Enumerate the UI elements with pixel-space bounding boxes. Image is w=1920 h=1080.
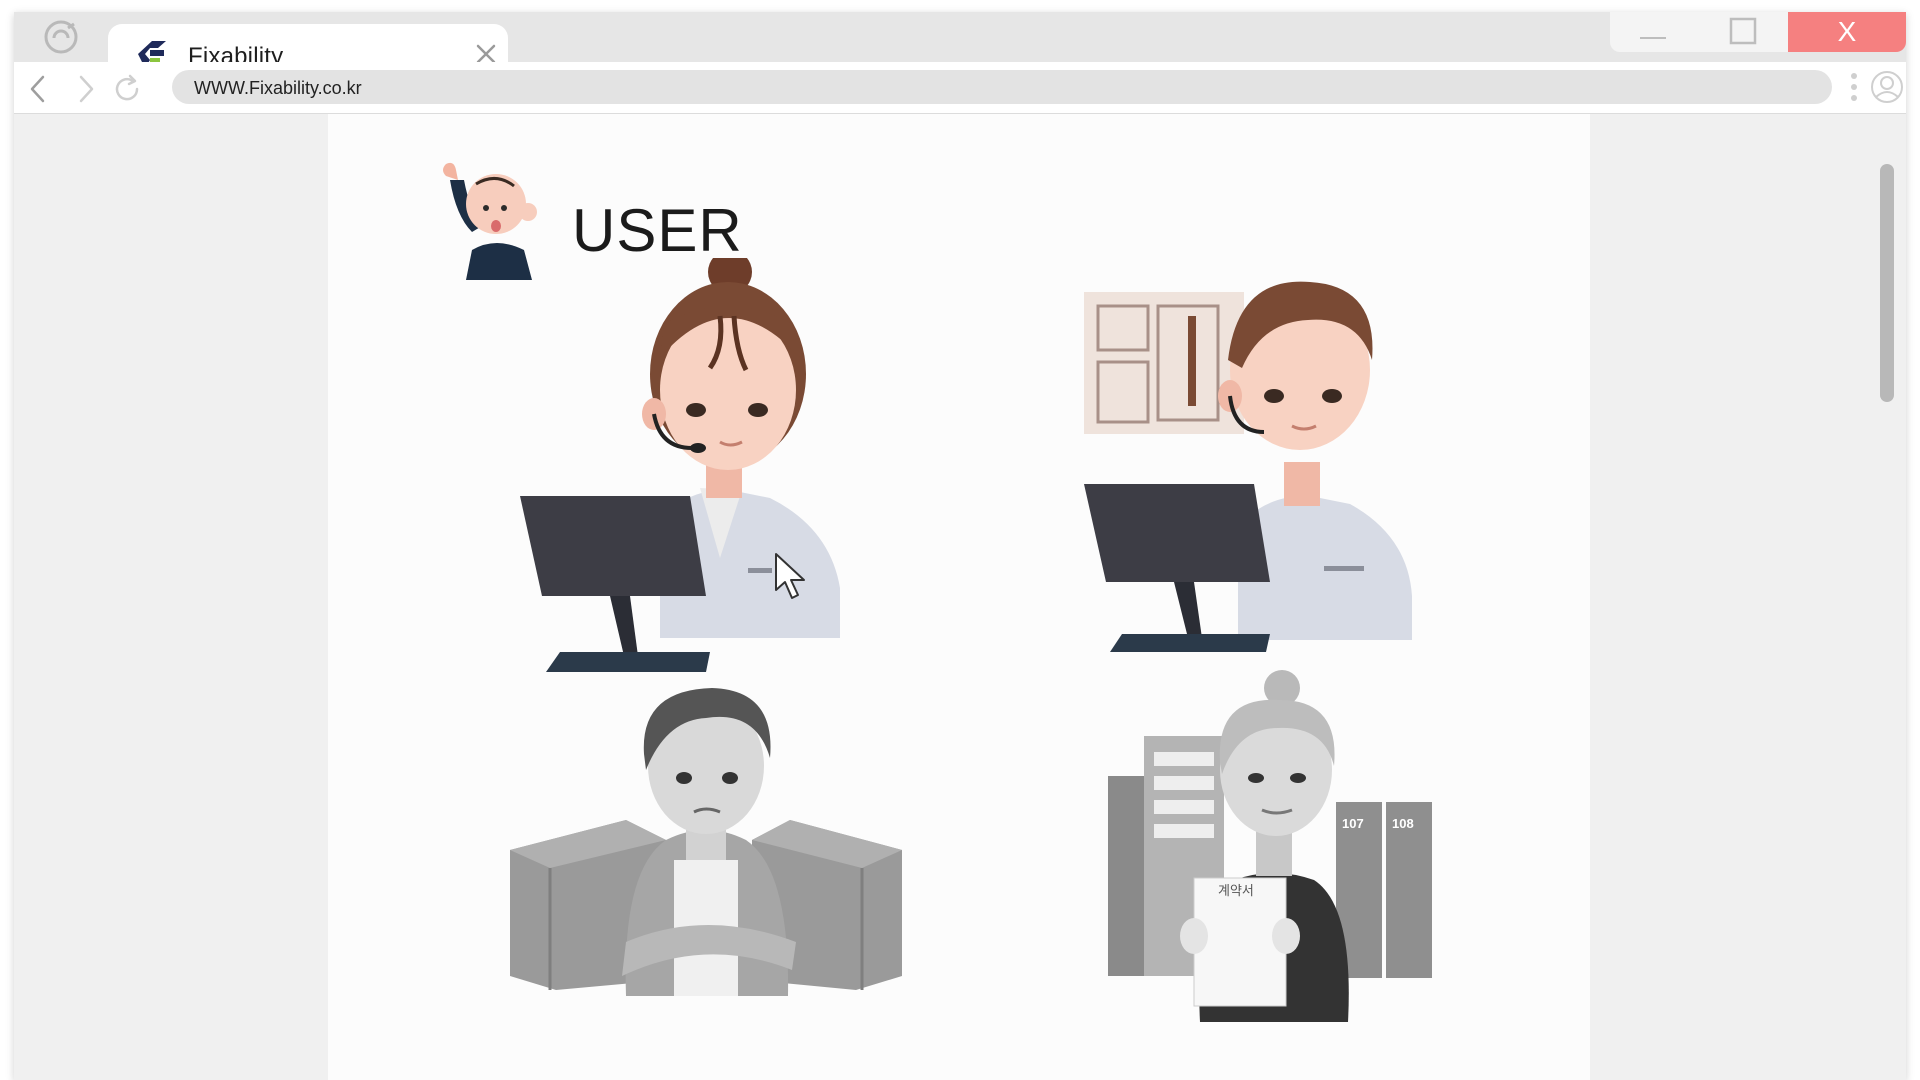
- locker-number-107: 107: [1342, 816, 1364, 831]
- window-controls: X: [1610, 12, 1906, 52]
- profile-icon[interactable]: [1870, 70, 1904, 104]
- menu-dots-icon[interactable]: [1848, 71, 1860, 105]
- maximize-button[interactable]: [1698, 12, 1788, 52]
- page-viewport: [14, 114, 1906, 1080]
- back-icon[interactable]: [24, 74, 54, 104]
- contract-label: 계약서: [1218, 883, 1254, 898]
- minimize-icon: [1640, 37, 1666, 39]
- scrollbar-thumb[interactable]: [1880, 164, 1894, 402]
- reload-icon[interactable]: [112, 74, 142, 104]
- tab-bar: Fixability X: [14, 12, 1906, 74]
- support-agent-woman-illustration: [520, 258, 840, 674]
- close-window-button[interactable]: X: [1788, 12, 1906, 52]
- address-bar[interactable]: WWW.Fixability.co.kr: [172, 70, 1832, 104]
- maximize-icon: [1729, 17, 1757, 45]
- screen: Fixability X WWW.Fixability.co.kr USER 계…: [0, 0, 1920, 1080]
- support-agent-man-illustration: [1084, 281, 1412, 664]
- browser-logo-icon: [44, 20, 78, 54]
- browser-toolbar: WWW.Fixability.co.kr: [14, 62, 1906, 114]
- locker-number-108: 108: [1392, 816, 1414, 831]
- minimize-button[interactable]: [1610, 12, 1698, 52]
- elderly-woman-contract-illustration: [1108, 670, 1432, 1022]
- man-with-boxes-illustration: [510, 688, 902, 996]
- page-title: USER: [572, 197, 743, 264]
- browser-window: Fixability X WWW.Fixability.co.kr: [14, 12, 1906, 1080]
- url-text: WWW.Fixability.co.kr: [194, 78, 362, 98]
- forward-icon[interactable]: [70, 74, 100, 104]
- mouse-cursor-icon: [775, 553, 805, 599]
